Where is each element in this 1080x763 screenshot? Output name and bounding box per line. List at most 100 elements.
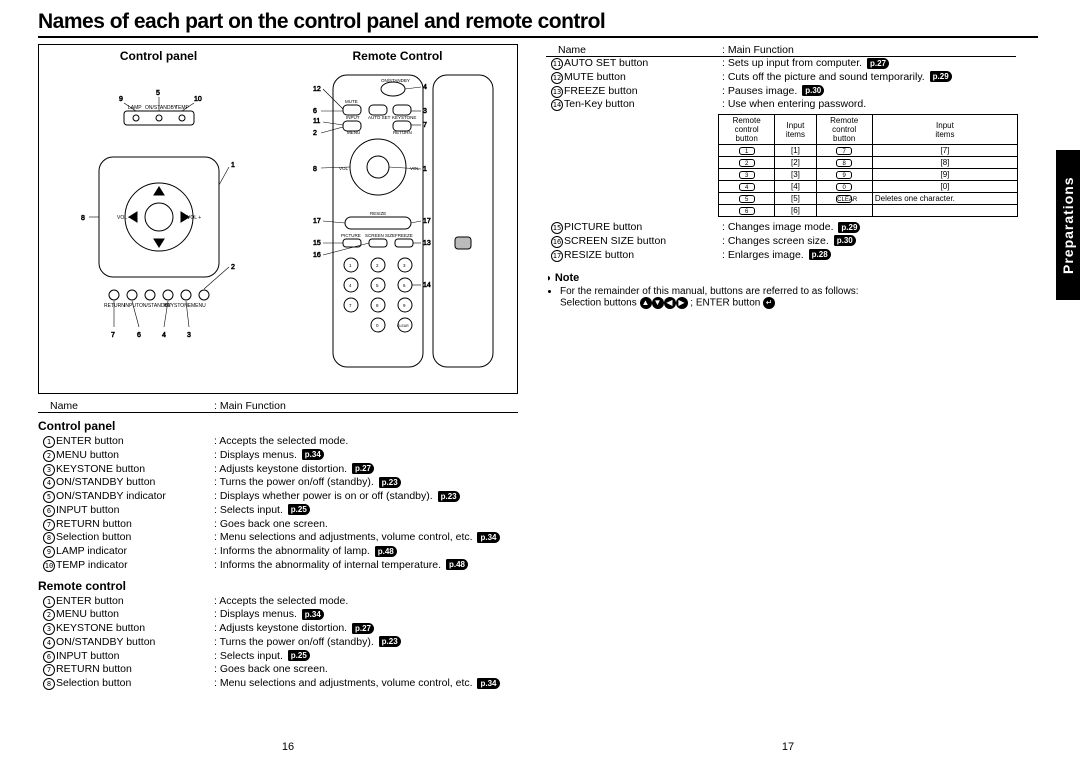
svg-text:13: 13 xyxy=(423,240,431,247)
list-item: 15 PICTURE button Changes image mode. p.… xyxy=(546,221,1038,235)
list-item: 8 Selection button Menu selections and a… xyxy=(38,531,514,545)
remote-control-diagram: 12 6 11 2 8 17 1 5 16 4 3 7 1 17 13 xyxy=(293,67,503,377)
diagram-box: Control panel xyxy=(38,44,518,394)
svg-text:11: 11 xyxy=(313,118,320,125)
svg-text:5: 5 xyxy=(156,90,160,97)
svg-text:VOL: VOL xyxy=(339,166,349,171)
svg-text:8: 8 xyxy=(313,166,317,173)
svg-text:3: 3 xyxy=(423,108,427,115)
svg-text:17: 17 xyxy=(423,218,431,225)
svg-text:AUTO SET: AUTO SET xyxy=(368,115,391,120)
svg-text:1: 1 xyxy=(349,263,352,268)
remote-control-list: 1 ENTER button Accepts the selected mode… xyxy=(38,595,514,691)
svg-text:1: 1 xyxy=(231,162,235,169)
th-func-r: Main Function xyxy=(722,44,1016,56)
enter-icon: ↵ xyxy=(763,297,775,309)
svg-text:7: 7 xyxy=(111,332,115,339)
list-item: 6 INPUT button Selects input. p.25 xyxy=(38,504,514,518)
svg-text:5: 5 xyxy=(376,283,379,288)
svg-text:9: 9 xyxy=(119,96,123,103)
svg-text:RETURN: RETURN xyxy=(104,303,125,309)
svg-text:9: 9 xyxy=(403,303,406,308)
svg-text:2: 2 xyxy=(376,263,379,268)
svg-text:2: 2 xyxy=(231,264,235,271)
list-item: 13 FREEZE button Pauses image. p.30 xyxy=(546,85,1038,99)
svg-text:4: 4 xyxy=(349,283,352,288)
enter-button-label: ; ENTER button xyxy=(690,298,760,309)
svg-text:ON/STANDBY: ON/STANDBY xyxy=(145,105,178,111)
selection-buttons-label: Selection buttons xyxy=(560,298,637,309)
note-body: For the remainder of this manual, button… xyxy=(546,286,1038,309)
svg-text:3: 3 xyxy=(403,263,406,268)
list-item: 17 RESIZE button Enlarges image. p.28 xyxy=(546,249,1038,263)
control-panel-heading: Control panel xyxy=(44,49,273,63)
svg-text:8: 8 xyxy=(81,215,85,222)
svg-text:FREEZE: FREEZE xyxy=(395,233,413,238)
list-item: 14 Ten-Key button Use when entering pass… xyxy=(546,98,1038,112)
list-item: 7 RETURN button Goes back one screen. xyxy=(38,663,514,677)
svg-text:17: 17 xyxy=(313,218,321,225)
list-item: 2 MENU button Displays menus. p.34 xyxy=(38,608,514,622)
svg-text:INPUT: INPUT xyxy=(346,115,360,120)
svg-text:ON/STANDBY: ON/STANDBY xyxy=(381,78,410,83)
list-item: 2 MENU button Displays menus. p.34 xyxy=(38,449,514,463)
list-item: 11 AUTO SET button Sets up input from co… xyxy=(546,57,1038,71)
th-name-r: Name xyxy=(546,44,722,56)
svg-text:RETURN: RETURN xyxy=(393,130,412,135)
svg-text:12: 12 xyxy=(313,86,321,93)
svg-text:KEYSTONE: KEYSTONE xyxy=(164,303,192,309)
list-item: 4 ON/STANDBY button Turns the power on/o… xyxy=(38,476,514,490)
page-title: Names of each part on the control panel … xyxy=(38,10,1038,38)
list-item: 3 KEYSTONE button Adjusts keystone disto… xyxy=(38,463,514,477)
svg-text:6: 6 xyxy=(137,332,141,339)
page-number-left: 16 xyxy=(282,741,294,753)
svg-text:CLEAR: CLEAR xyxy=(397,324,409,328)
svg-text:MENU: MENU xyxy=(191,303,206,309)
ten-key-table: RemotecontrolbuttonInputitemsRemotecontr… xyxy=(718,114,1018,217)
svg-text:MENU: MENU xyxy=(347,130,360,135)
svg-text:0: 0 xyxy=(376,323,379,328)
svg-text:SCREEN SIZE: SCREEN SIZE xyxy=(365,233,395,238)
svg-text:INPUT: INPUT xyxy=(124,303,139,309)
svg-text:1: 1 xyxy=(423,166,427,173)
svg-text:3: 3 xyxy=(187,332,191,339)
right-list-top: 11 AUTO SET button Sets up input from co… xyxy=(546,57,1038,112)
svg-text:6: 6 xyxy=(313,108,317,115)
svg-text:VOL: VOL xyxy=(410,166,420,171)
control-panel-diagram: 9 5 10 1 2 8 7 6 4 3 LAMPON/STANDBYTEMP … xyxy=(69,67,249,367)
svg-text:6: 6 xyxy=(403,283,406,288)
list-item: 1 ENTER button Accepts the selected mode… xyxy=(38,595,514,609)
list-item: 4 ON/STANDBY button Turns the power on/o… xyxy=(38,636,514,650)
svg-text:16: 16 xyxy=(313,252,321,259)
list-item: 7 RETURN button Goes back one screen. xyxy=(38,518,514,532)
svg-text:KEYSTONE: KEYSTONE xyxy=(392,115,416,120)
note-heading: Note xyxy=(546,272,1038,284)
table-header-right: Name Main Function xyxy=(546,44,1016,57)
th-func: Main Function xyxy=(214,400,518,412)
svg-text:4: 4 xyxy=(423,84,427,91)
remote-control-section-head: Remote control xyxy=(38,579,514,593)
svg-text:7: 7 xyxy=(349,303,352,308)
list-item: 6 INPUT button Selects input. p.25 xyxy=(38,650,514,664)
list-item: 5 ON/STANDBY indicator Displays whether … xyxy=(38,490,514,504)
list-item: 10 TEMP indicator Informs the abnormalit… xyxy=(38,559,514,573)
note-text: For the remainder of this manual, button… xyxy=(560,286,858,297)
svg-text:2: 2 xyxy=(313,130,317,137)
svg-text:VOL -: VOL - xyxy=(117,215,130,221)
svg-text:VOL +: VOL + xyxy=(187,215,201,221)
page-number-right: 17 xyxy=(782,741,794,753)
svg-text:10: 10 xyxy=(194,96,202,103)
list-item: 3 KEYSTONE button Adjusts keystone disto… xyxy=(38,622,514,636)
svg-text:PICTURE: PICTURE xyxy=(341,233,361,238)
svg-text:RESIZE: RESIZE xyxy=(370,211,386,216)
side-tab: Preparations xyxy=(1056,150,1080,300)
table-header-left: Name Main Function xyxy=(38,400,518,413)
svg-text:8: 8 xyxy=(376,303,379,308)
svg-text:7: 7 xyxy=(423,122,427,129)
control-panel-section-head: Control panel xyxy=(38,419,514,433)
svg-text:TEMP: TEMP xyxy=(175,105,190,111)
remote-control-heading: Remote Control xyxy=(283,49,512,63)
left-column: Control panel xyxy=(38,44,538,691)
th-name: Name xyxy=(38,400,214,412)
list-item: 16 SCREEN SIZE button Changes screen siz… xyxy=(546,235,1038,249)
